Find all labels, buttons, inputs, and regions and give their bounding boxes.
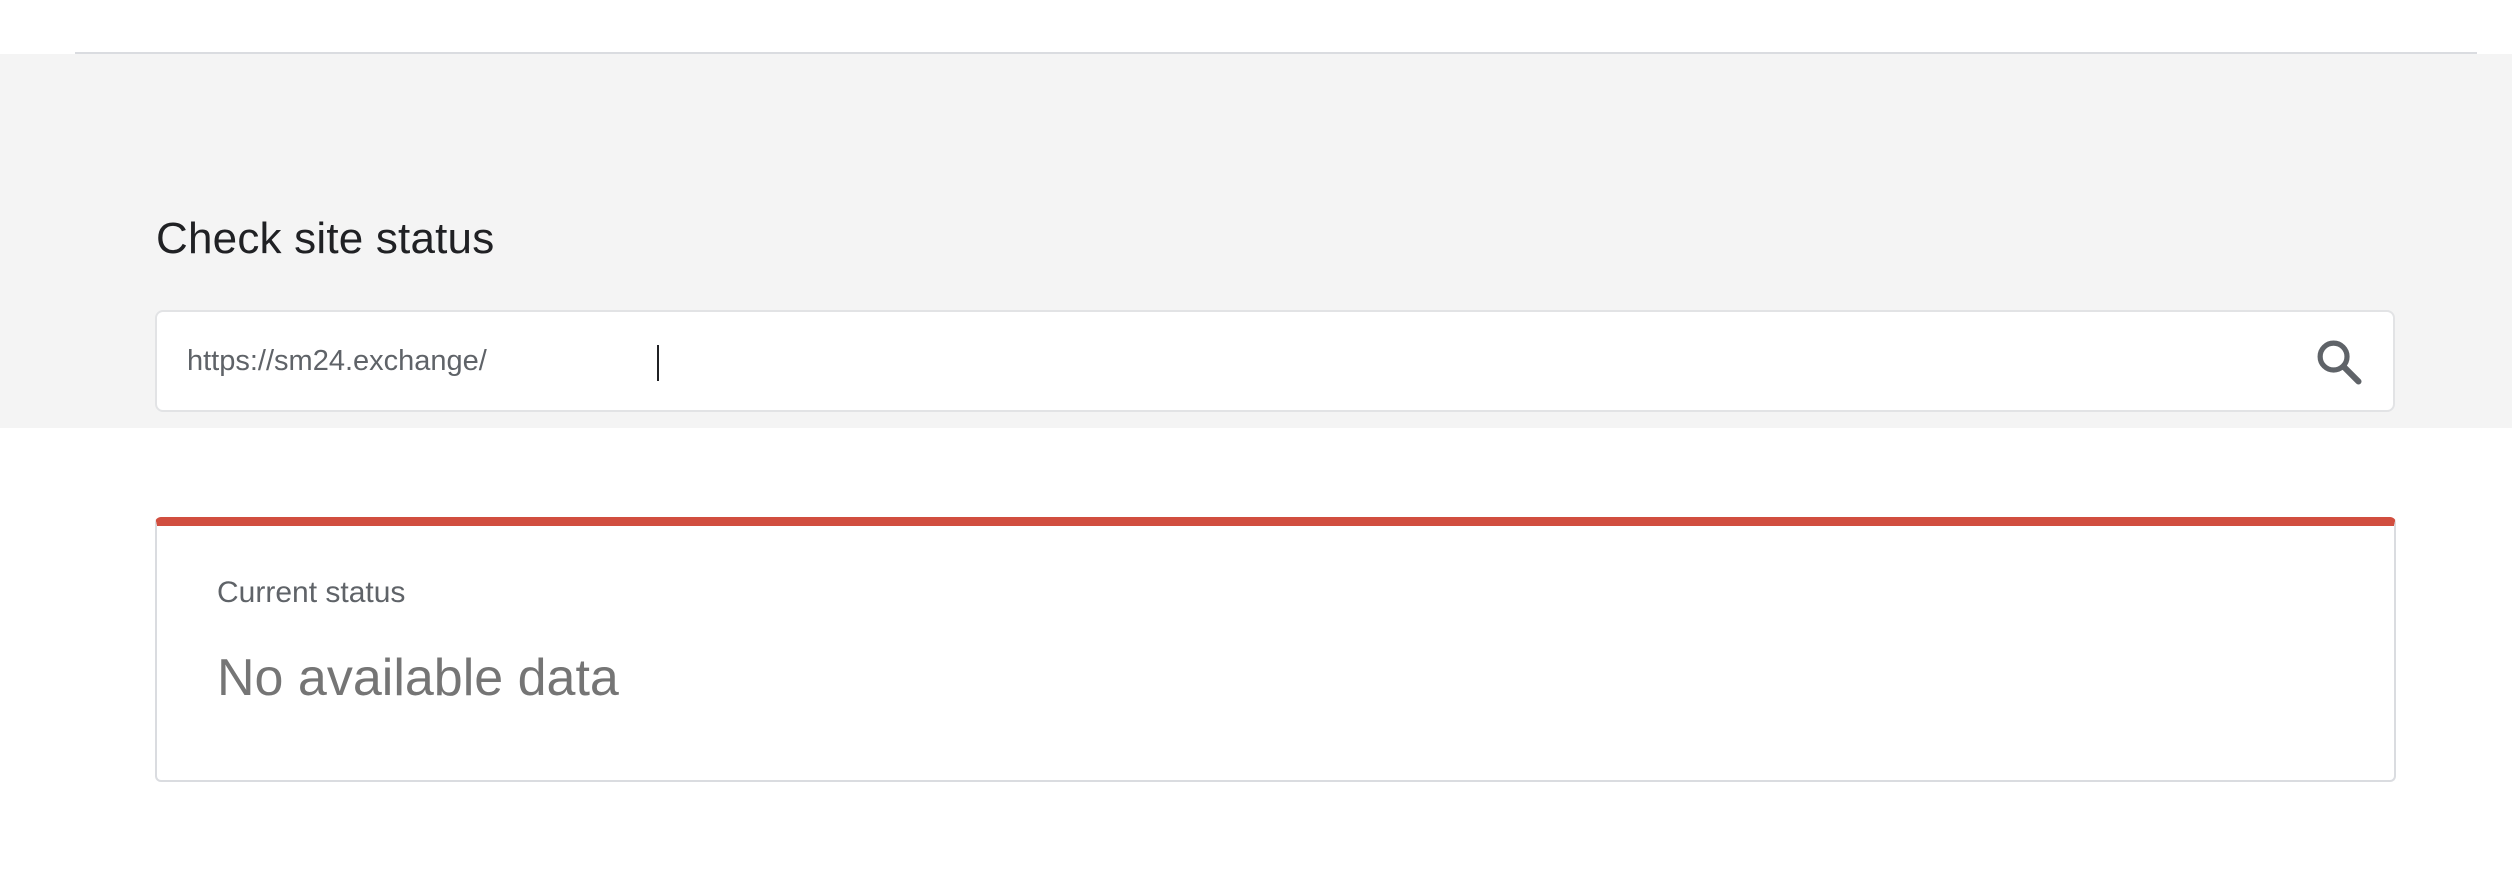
status-label: Current status: [217, 576, 406, 609]
url-search-input[interactable]: [187, 328, 2267, 394]
search-icon: [2317, 340, 2362, 385]
search-box: [155, 310, 2395, 412]
text-cursor: [657, 345, 659, 381]
site-status-search-section: Check site status: [0, 54, 2512, 428]
page-title: Check site status: [156, 214, 495, 263]
status-value: No available data: [217, 649, 619, 707]
search-button[interactable]: [2313, 336, 2365, 388]
current-status-card: Current status No available data: [155, 517, 2396, 782]
